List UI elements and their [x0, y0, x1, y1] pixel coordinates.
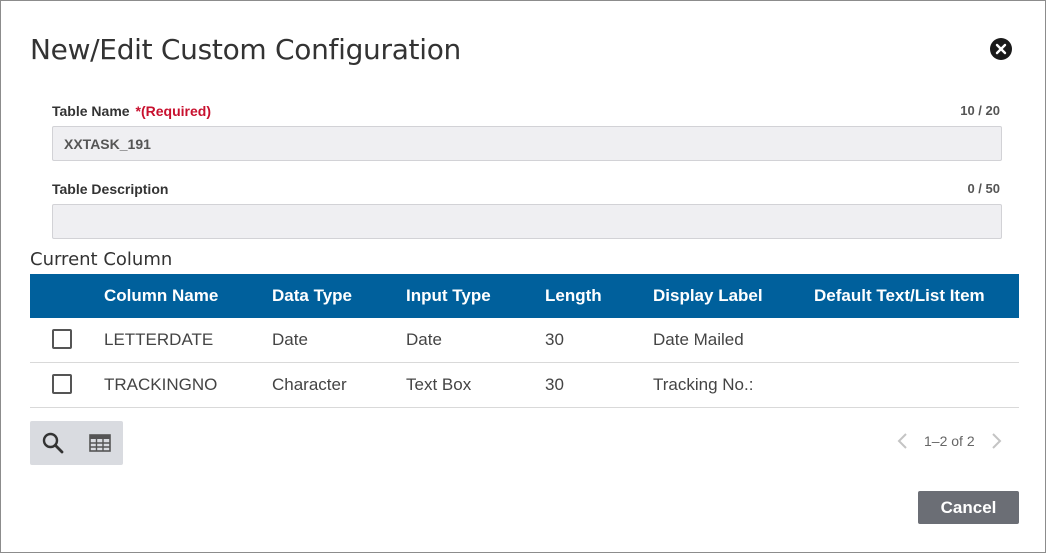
table-row[interactable]: TRACKINGNO Character Text Box 30 Trackin… — [30, 363, 1019, 408]
cell-length: 30 — [545, 375, 564, 394]
table-description-input[interactable] — [52, 204, 1002, 239]
table-row[interactable]: LETTERDATE Date Date 30 Date Mailed — [30, 318, 1019, 363]
custom-configuration-dialog: New/Edit Custom Configuration Table Name… — [0, 0, 1046, 553]
pagination-range: 1–2 of 2 — [924, 433, 975, 449]
cancel-button[interactable]: Cancel — [918, 491, 1019, 524]
row-checkbox[interactable] — [52, 374, 72, 394]
close-icon — [995, 43, 1007, 55]
header-input-type[interactable]: Input Type — [406, 274, 491, 318]
header-data-type[interactable]: Data Type — [272, 274, 352, 318]
search-icon — [42, 432, 64, 454]
chevron-right-icon[interactable] — [989, 432, 1003, 450]
close-button[interactable] — [990, 38, 1012, 60]
cell-input-type: Date — [406, 330, 442, 349]
header-default-text[interactable]: Default Text/List Item — [814, 274, 985, 318]
columns-table: Column Name Data Type Input Type Length … — [30, 274, 1019, 408]
cell-data-type: Character — [272, 375, 347, 394]
dialog-title: New/Edit Custom Configuration — [30, 33, 461, 66]
column-settings-button[interactable] — [77, 421, 123, 465]
table-name-counter: 10 / 20 — [960, 103, 1000, 118]
cell-column-name: LETTERDATE — [104, 330, 214, 349]
table-icon — [89, 434, 111, 452]
table-toolbar — [30, 421, 123, 465]
search-button[interactable] — [30, 421, 76, 465]
cell-data-type: Date — [272, 330, 308, 349]
pagination: 1–2 of 2 — [896, 431, 1006, 453]
header-column-name[interactable]: Column Name — [104, 274, 218, 318]
chevron-left-icon[interactable] — [896, 432, 910, 450]
table-name-input[interactable] — [52, 126, 1002, 161]
row-checkbox[interactable] — [52, 329, 72, 349]
required-indicator: *(Required) — [135, 103, 211, 119]
cell-input-type: Text Box — [406, 375, 472, 394]
cell-display-label: Date Mailed — [653, 330, 744, 349]
header-length[interactable]: Length — [545, 274, 602, 318]
cell-display-label: Tracking No.: — [653, 375, 754, 394]
cell-column-name: TRACKINGNO — [104, 375, 218, 394]
current-column-heading: Current Column — [30, 249, 173, 270]
table-description-label: Table Description — [52, 181, 169, 197]
table-header-row: Column Name Data Type Input Type Length … — [30, 274, 1019, 318]
cell-length: 30 — [545, 330, 564, 349]
table-name-label: Table Name *(Required) — [52, 103, 211, 119]
table-name-label-text: Table Name — [52, 103, 130, 119]
table-description-counter: 0 / 50 — [967, 181, 1000, 196]
header-display-label[interactable]: Display Label — [653, 274, 763, 318]
